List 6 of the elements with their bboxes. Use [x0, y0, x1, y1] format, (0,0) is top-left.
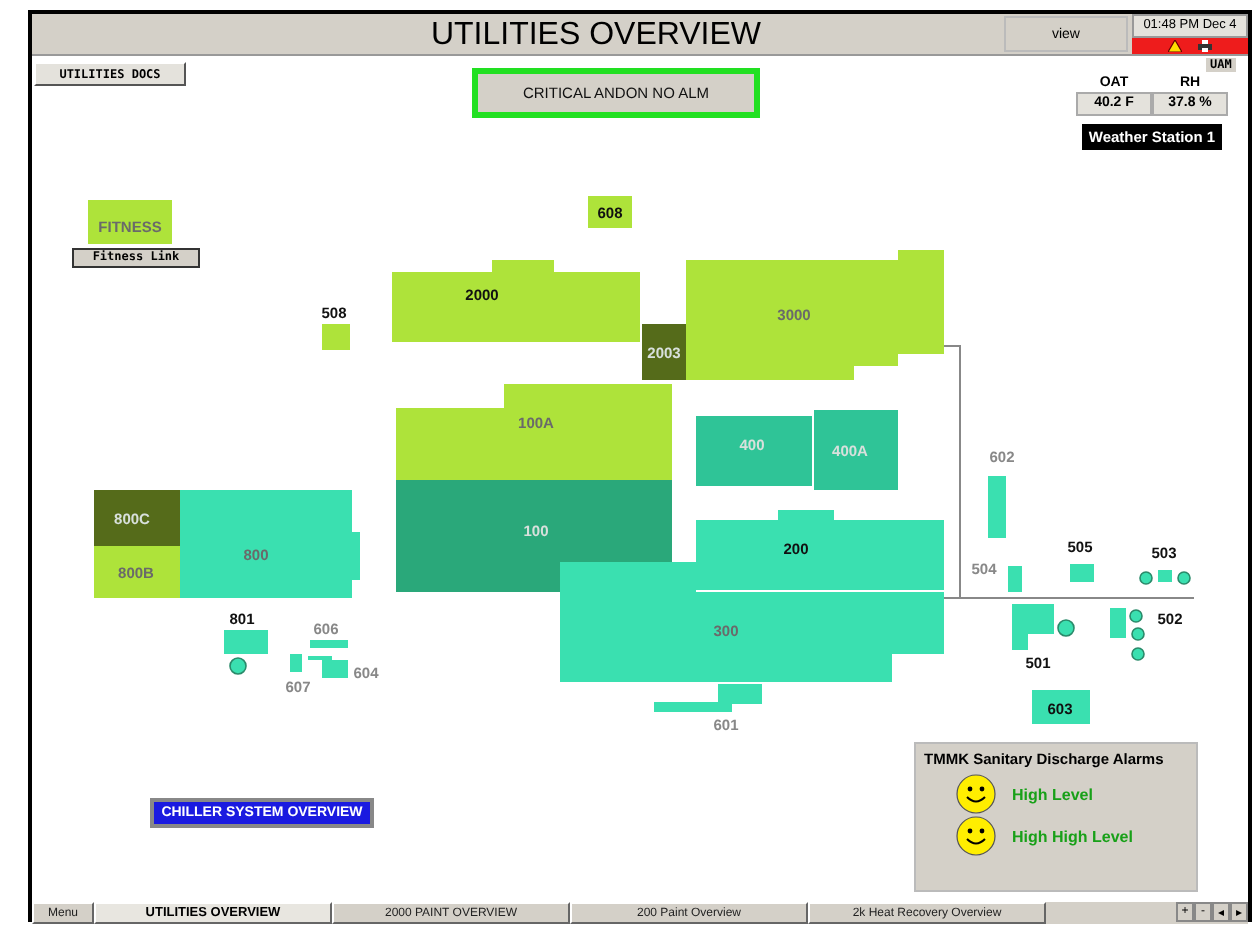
building-shape[interactable]	[588, 196, 632, 228]
alarm-label: High High Level	[1012, 827, 1133, 845]
building-shape[interactable]	[1032, 690, 1090, 724]
alarm-label: High Level	[1012, 785, 1093, 803]
printer-icon	[1198, 40, 1212, 52]
window-title: UTILITIES OVERVIEW	[428, 16, 764, 54]
